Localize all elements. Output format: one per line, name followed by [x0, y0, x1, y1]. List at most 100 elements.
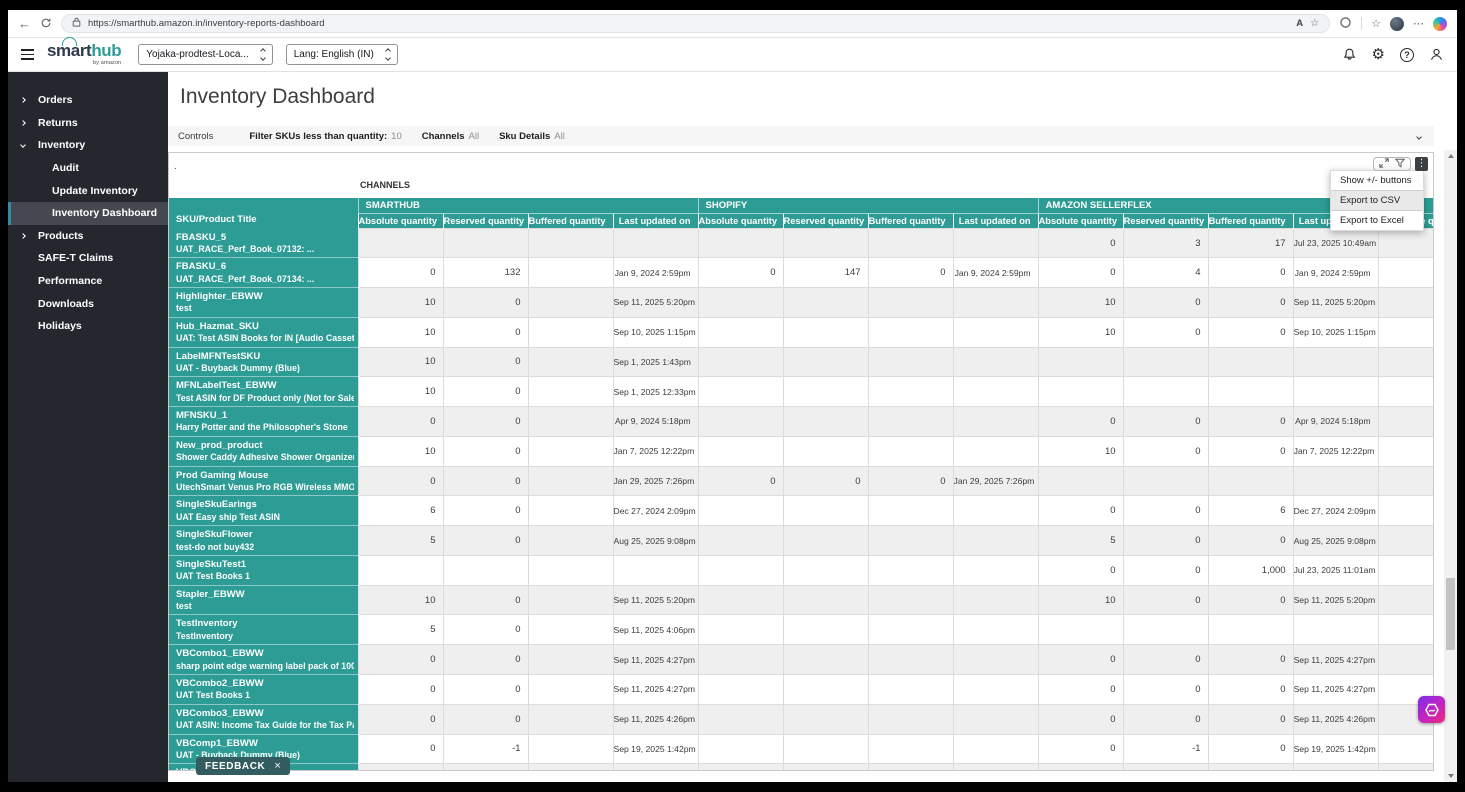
value-cell [1208, 377, 1293, 407]
smarthub-logo[interactable]: smarthub by amazon [47, 42, 121, 67]
value-cell: 0 [1208, 704, 1293, 734]
language-selector[interactable]: Lang: English (IN) [286, 44, 398, 65]
back-icon[interactable]: ← [18, 17, 31, 30]
feedback-button[interactable]: FEEDBACK × [196, 757, 290, 775]
value-cell: 10 [358, 436, 443, 466]
sku-cell: Highlighter_EBWWtest [169, 288, 358, 318]
address-bar[interactable]: https://smarthub.amazon.in/inventory-rep… [61, 14, 1330, 33]
value-cell [528, 436, 613, 466]
filter-skus-quantity[interactable]: Filter SKUs less than quantity:10 [249, 131, 401, 142]
filter-channels[interactable]: ChannelsAll [422, 131, 479, 142]
collapse-chevron-icon[interactable] [1417, 131, 1424, 142]
value-cell: Sep 11, 2025 4:26pm [1293, 704, 1378, 734]
sidebar-item-products[interactable]: Products [8, 225, 168, 248]
table-row: MFNSKU_1Harry Potter and the Philosopher… [169, 407, 1434, 437]
value-cell: Sep 11, 2025 5:20pm [613, 288, 698, 318]
value-cell [953, 555, 1038, 585]
collections-star-icon[interactable]: ☆ [1371, 17, 1381, 30]
value-cell [868, 377, 953, 407]
site-info-icon[interactable] [72, 17, 81, 30]
kebab-menu-icon[interactable]: ⋮ [1415, 157, 1428, 171]
controls-label: Controls [178, 131, 213, 142]
value-cell [698, 615, 783, 645]
vertical-scrollbar[interactable] [1444, 150, 1457, 782]
refresh-icon[interactable] [40, 17, 52, 31]
favorite-star-icon[interactable]: ☆ [1310, 18, 1319, 29]
logo-byline: by amazon [47, 61, 121, 67]
value-cell [783, 377, 868, 407]
value-cell: 1,000 [1208, 555, 1293, 585]
table-row: VBComp2_EBWWtest-do not buy43200Sep 11, … [169, 764, 1434, 771]
menu-item-export-to-excel[interactable]: Export to Excel [1331, 211, 1423, 230]
account-person-icon[interactable] [1429, 47, 1444, 62]
channel-group-smarthub: SMARTHUB [358, 198, 698, 214]
help-icon[interactable]: ? [1400, 48, 1414, 62]
sidebar-item-holidays[interactable]: Holidays [8, 315, 168, 338]
value-cell [698, 555, 783, 585]
read-aloud-icon[interactable]: A [1296, 18, 1303, 29]
value-cell [953, 734, 1038, 764]
value-cell [868, 496, 953, 526]
value-cell: 0 [443, 585, 528, 615]
settings-gear-icon[interactable]: ⚙ [1372, 47, 1385, 62]
value-cell [528, 585, 613, 615]
value-cell: 10 [1038, 288, 1123, 318]
value-cell: Jul 23, 2025 11:01am [1293, 555, 1378, 585]
scrollbar-thumb[interactable] [1446, 578, 1455, 650]
sidebar-item-inventory-dashboard[interactable]: Inventory Dashboard [8, 202, 168, 225]
sku-cell: New_prod_productShower Caddy Adhesive Sh… [169, 436, 358, 466]
value-cell: 10 [1038, 436, 1123, 466]
account-selector[interactable]: Yojaka-prodtest-Loca... [138, 44, 272, 65]
value-cell: 0 [1123, 764, 1208, 771]
feedback-label: FEEDBACK [205, 761, 265, 772]
more-dots-icon[interactable]: ⋯ [1413, 17, 1424, 30]
table-row: VBCombo3_EBWWUAT ASIN: Income Tax Guide … [169, 704, 1434, 734]
scroll-up-icon[interactable] [1444, 150, 1457, 162]
overflow-cell [1378, 615, 1434, 645]
menu-item-export-to-csv[interactable]: Export to CSV [1331, 190, 1423, 211]
value-cell [528, 704, 613, 734]
table-row: VBComp1_EBWWUAT - Buyback Dummy (Blue)0-… [169, 734, 1434, 764]
scroll-down-icon[interactable] [1444, 770, 1457, 782]
sidebar-item-inventory[interactable]: Inventory [8, 134, 168, 157]
value-cell: 0 [1208, 585, 1293, 615]
hamburger-menu-icon[interactable] [21, 49, 34, 59]
sidebar-item-audit[interactable]: Audit [8, 157, 168, 180]
expand-icon[interactable] [1379, 155, 1389, 173]
value-cell: 0 [698, 258, 783, 288]
value-cell [698, 764, 783, 771]
value-cell: 0 [358, 258, 443, 288]
sidebar-item-label: SAFE-T Claims [38, 252, 113, 264]
sidebar-item-orders[interactable]: Orders [8, 89, 168, 112]
table-row: TestInventoryTestInventory50Sep 11, 2025… [169, 615, 1434, 645]
notifications-bell-icon[interactable] [1342, 47, 1357, 62]
filter-sku-details[interactable]: Sku DetailsAll [499, 131, 565, 142]
floating-extension-button[interactable] [1418, 696, 1445, 723]
table-row: MFNLabelTest_EBWWTest ASIN for DF Produc… [169, 377, 1434, 407]
avatar[interactable] [1390, 17, 1404, 31]
menu-item-show-buttons[interactable]: Show +/- buttons [1331, 171, 1423, 190]
extension-icon[interactable] [1339, 16, 1352, 32]
main-content: Inventory Dashboard Controls Filter SKUs… [168, 72, 1457, 782]
value-cell: 0 [358, 704, 443, 734]
value-cell: Sep 11, 2025 4:27pm [1293, 674, 1378, 704]
sidebar-item-performance[interactable]: Performance [8, 270, 168, 293]
close-icon[interactable]: × [274, 760, 281, 772]
context-menu: Show +/- buttonsExport to CSVExport to E… [1330, 170, 1424, 231]
sidebar-item-update-inventory[interactable]: Update Inventory [8, 179, 168, 202]
filter-funnel-icon[interactable] [1395, 155, 1405, 173]
sidebar-item-returns[interactable]: Returns [8, 112, 168, 135]
url-text[interactable]: https://smarthub.amazon.in/inventory-rep… [88, 18, 1289, 29]
sidebar-item-downloads[interactable]: Downloads [8, 292, 168, 315]
chevron-right-icon [20, 120, 26, 126]
value-cell [783, 288, 868, 318]
sku-cell: FBASKU_6UAT_RACE_Perf_Book_07134: ... [169, 258, 358, 288]
sidebar-item-safe-t-claims[interactable]: SAFE-T Claims [8, 247, 168, 270]
value-cell [698, 734, 783, 764]
overflow-cell [1378, 258, 1434, 288]
value-cell [528, 317, 613, 347]
value-cell [698, 347, 783, 377]
value-cell [783, 615, 868, 645]
copilot-icon[interactable] [1433, 17, 1447, 31]
value-cell: Sep 11, 2025 5:20pm [613, 585, 698, 615]
